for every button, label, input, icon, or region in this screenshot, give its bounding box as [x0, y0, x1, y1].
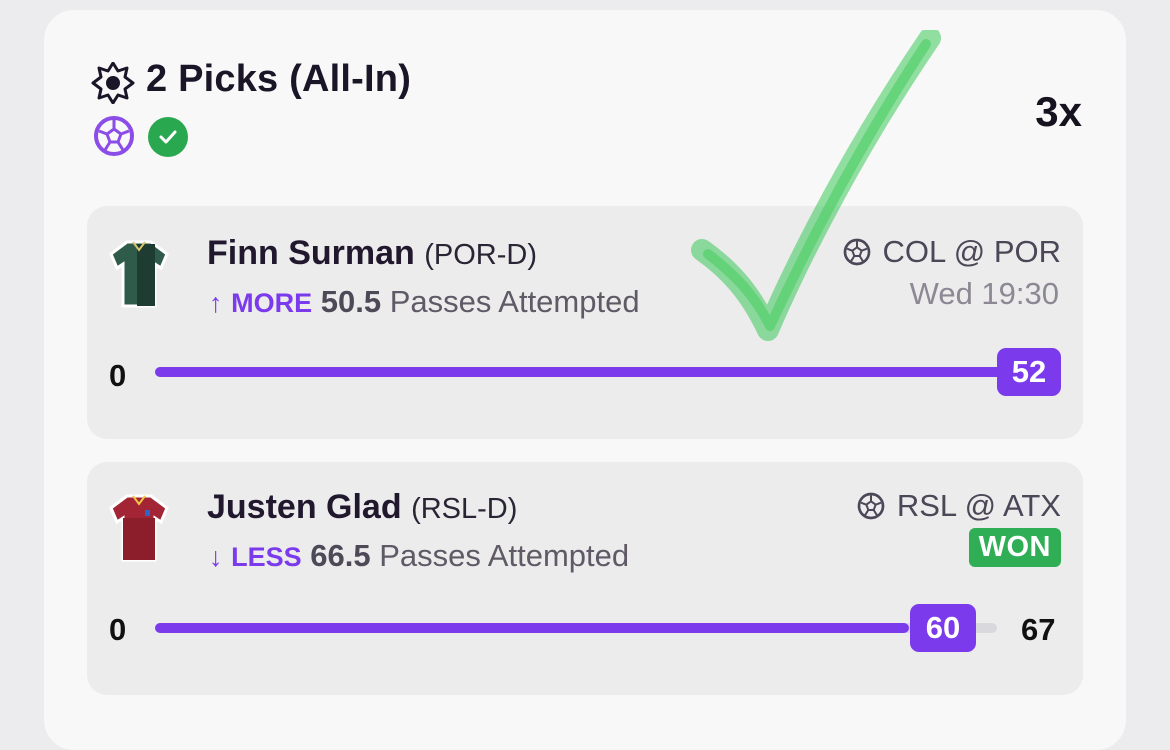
pick-line: ↑ MORE 50.5 Passes Attempted [209, 284, 640, 320]
soccer-ball-icon [94, 116, 134, 156]
direction-label: MORE [231, 288, 313, 318]
progress-fill [155, 623, 909, 633]
progress-fill [155, 367, 1055, 377]
stat-label: Passes Attempted [389, 284, 640, 319]
current-value-bubble: 60 [910, 604, 976, 652]
progress-min: 0 [109, 612, 127, 647]
jersey-icon [109, 240, 169, 308]
direction-label: LESS [231, 542, 302, 572]
matchup: COL @ POR [843, 234, 1061, 270]
player-name: Finn Surman (POR-D) [207, 234, 538, 272]
pick-card[interactable]: Justen Glad (RSL-D) ↓ LESS 66.5 Passes A… [87, 462, 1083, 695]
payout-multiplier: 3x [1035, 88, 1082, 135]
line-value: 66.5 [310, 538, 371, 573]
soccer-ball-icon [857, 492, 885, 520]
soccer-ball-icon [843, 238, 870, 266]
pick-card[interactable]: Finn Surman (POR-D) ↑ MORE 50.5 Passes A… [87, 206, 1083, 439]
game-time: Wed 19:30 [909, 276, 1059, 311]
jersey-icon [109, 494, 169, 562]
matchup: RSL @ ATX [857, 488, 1061, 524]
current-value-bubble: 52 [997, 348, 1061, 396]
progress-min: 0 [109, 358, 127, 393]
player-name: Justen Glad (RSL-D) [207, 488, 518, 526]
line-value: 50.5 [320, 284, 382, 319]
entry-title: 2 Picks (All-In) [146, 58, 412, 100]
result-badge: WON [968, 528, 1061, 567]
won-check-icon [148, 117, 188, 157]
pick-line: ↓ LESS 66.5 Passes Attempted [209, 538, 629, 574]
progress-max: 67 [1021, 612, 1056, 647]
stat-label: Passes Attempted [379, 538, 630, 573]
gear-badge-icon [91, 62, 135, 104]
arrow-up-icon: ↑ [209, 288, 223, 318]
arrow-down-icon: ↓ [209, 542, 223, 572]
